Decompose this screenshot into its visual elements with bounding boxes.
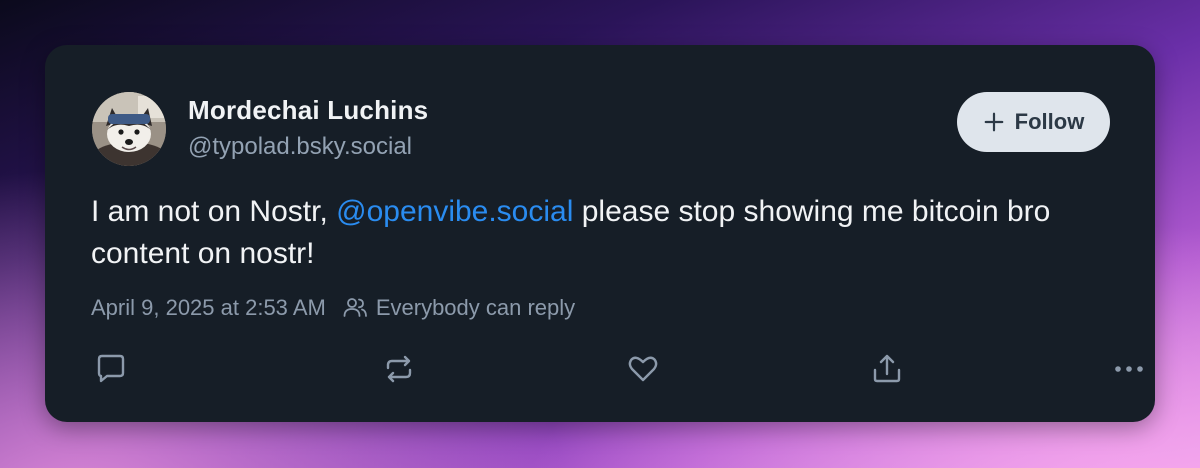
mention-link[interactable]: @openvibe.social bbox=[336, 195, 573, 228]
more-options-button[interactable] bbox=[1109, 349, 1149, 389]
repost-button[interactable] bbox=[379, 349, 419, 389]
share-button[interactable] bbox=[867, 349, 907, 389]
husky-dog-avatar-icon bbox=[92, 92, 166, 166]
follow-button-label: Follow bbox=[1014, 109, 1085, 134]
reply-button[interactable] bbox=[91, 349, 131, 389]
post-text: I am not on Nostr, @openvibe.social plea… bbox=[91, 191, 1091, 275]
post-card: Mordechai Luchins @typolad.bsky.social F… bbox=[45, 45, 1155, 422]
author-handle[interactable]: @typolad.bsky.social bbox=[188, 133, 412, 161]
heart-icon bbox=[628, 356, 658, 382]
plus-icon bbox=[984, 112, 1004, 132]
more-options-icon bbox=[1115, 366, 1143, 372]
repost-icon bbox=[386, 355, 412, 383]
follow-button[interactable]: Follow bbox=[957, 92, 1110, 152]
comment-icon bbox=[97, 354, 125, 383]
post-meta: April 9, 2025 at 2:53 AM Everybody can r… bbox=[91, 295, 575, 321]
reply-setting[interactable]: Everybody can reply bbox=[342, 295, 575, 321]
author-avatar[interactable] bbox=[92, 92, 166, 166]
post-actions-bar bbox=[91, 347, 1143, 391]
post-text-before-mention: I am not on Nostr, bbox=[91, 195, 337, 228]
like-button[interactable] bbox=[623, 349, 663, 389]
share-icon bbox=[873, 354, 901, 383]
post-timestamp[interactable]: April 9, 2025 at 2:53 AM bbox=[91, 295, 326, 321]
author-display-name[interactable]: Mordechai Luchins bbox=[188, 95, 428, 126]
reply-setting-label: Everybody can reply bbox=[375, 295, 576, 320]
people-icon bbox=[343, 298, 367, 317]
